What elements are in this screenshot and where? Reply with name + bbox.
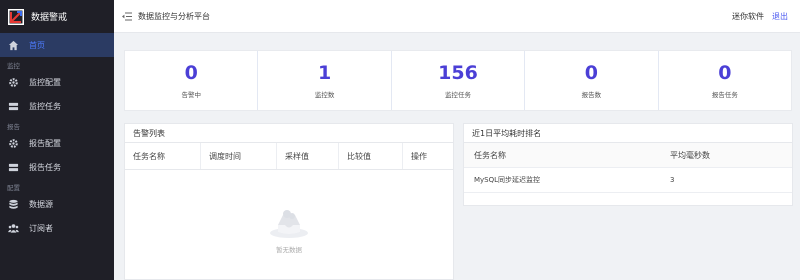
- sidebar-item-subscribers[interactable]: 订阅者: [0, 216, 114, 240]
- panel-title: 近1日平均耗时排名: [464, 124, 792, 143]
- stat-label: 监控任务: [445, 91, 472, 99]
- gear-icon: [8, 138, 19, 149]
- stat-label: 报告任务: [711, 91, 738, 99]
- alarm-list-panel: 告警列表 任务名称 调度时间 采样值 比较值 操作 暂无数据: [124, 123, 454, 280]
- task-name-cell: MySQL同步延迟监控: [474, 176, 541, 184]
- logout-link[interactable]: 退出: [772, 11, 788, 22]
- user-name[interactable]: 迷你软件: [732, 11, 764, 22]
- app-title: 数据警戒: [31, 13, 68, 23]
- column-header[interactable]: 调度时间: [201, 143, 277, 169]
- stat-label: 监控数: [314, 91, 335, 99]
- sidebar-item-datasource[interactable]: 数据源: [0, 192, 114, 216]
- page-title: 数据监控与分析平台: [138, 11, 210, 21]
- sidebar-item-label: 监控配置: [29, 77, 61, 87]
- avg-ms-cell: 3: [670, 176, 675, 184]
- column-header[interactable]: 任务名称: [464, 150, 660, 161]
- top-header: 数据监控与分析平台 迷你软件 退出: [114, 0, 800, 33]
- sidebar-item-monitor-task[interactable]: 监控任务: [0, 94, 114, 118]
- group-title-report: 报告: [7, 123, 20, 131]
- column-header[interactable]: 平均毫秒数: [660, 150, 710, 161]
- table-header: 任务名称 平均毫秒数: [464, 143, 792, 168]
- sidebar-item-label: 订阅者: [29, 223, 53, 233]
- stat-value: 0: [584, 62, 599, 84]
- task-icon: [8, 101, 19, 112]
- empty-text: 暂无数据: [276, 246, 302, 254]
- empty-box-icon: [269, 209, 309, 241]
- brand[interactable]: 数据警戒: [0, 0, 114, 33]
- sidebar: 数据警戒 首页 监控 监控配置 监控任务 报告 报告配置 报告任务 配置 数据源…: [0, 0, 114, 280]
- group-title-monitor: 监控: [7, 62, 20, 70]
- stat-card-monitor-tasks: 156 监控任务: [392, 51, 526, 110]
- stat-label: 告警中: [181, 91, 201, 99]
- menu-fold-icon[interactable]: [122, 11, 132, 21]
- stat-card-alarming: 0 告警中: [125, 51, 259, 110]
- stat-value: 0: [184, 62, 198, 84]
- column-header[interactable]: 采样值: [277, 143, 339, 169]
- users-icon: [8, 223, 19, 234]
- sidebar-item-label: 监控任务: [29, 101, 61, 111]
- stat-value: 156: [438, 62, 478, 84]
- sidebar-item-home[interactable]: 首页: [0, 33, 114, 57]
- column-header[interactable]: 任务名称: [125, 143, 201, 169]
- column-header[interactable]: 操作: [403, 143, 453, 169]
- panel-title: 告警列表: [125, 124, 453, 143]
- sidebar-item-label: 数据源: [29, 199, 53, 209]
- stat-value: 0: [718, 62, 732, 84]
- gear-icon: [8, 77, 19, 88]
- sidebar-item-label: 首页: [29, 40, 45, 50]
- sidebar-item-report-config[interactable]: 报告配置: [0, 131, 114, 155]
- database-icon: [8, 199, 19, 210]
- sidebar-item-label: 报告配置: [29, 138, 61, 148]
- stat-card-report-tasks: 0 报告任务: [659, 51, 791, 110]
- sidebar-item-monitor-config[interactable]: 监控配置: [0, 70, 114, 94]
- empty-state: 暂无数据: [125, 209, 453, 254]
- stat-card-monitors: 1 监控数: [258, 51, 392, 110]
- home-icon: [8, 40, 19, 51]
- table-row[interactable]: MySQL同步延迟监控 3: [464, 168, 792, 193]
- stat-label: 报告数: [581, 91, 602, 99]
- duration-rank-panel: 近1日平均耗时排名 任务名称 平均毫秒数 MySQL同步延迟监控 3: [463, 123, 793, 206]
- sidebar-item-label: 报告任务: [29, 162, 61, 172]
- stats-bar: 0 告警中 1 监控数 156 监控任务 0 报告数 0 报告任务: [124, 50, 792, 111]
- column-header[interactable]: 比较值: [339, 143, 403, 169]
- stat-card-reports: 0 报告数: [525, 51, 659, 110]
- header-user-area: 迷你软件 退出: [732, 0, 788, 33]
- stat-value: 1: [317, 62, 332, 84]
- task-icon: [8, 162, 19, 173]
- sidebar-item-report-task[interactable]: 报告任务: [0, 155, 114, 179]
- table-header: 任务名称 调度时间 采样值 比较值 操作: [125, 143, 453, 170]
- logo-icon: [8, 8, 24, 25]
- group-title-config: 配置: [7, 184, 20, 192]
